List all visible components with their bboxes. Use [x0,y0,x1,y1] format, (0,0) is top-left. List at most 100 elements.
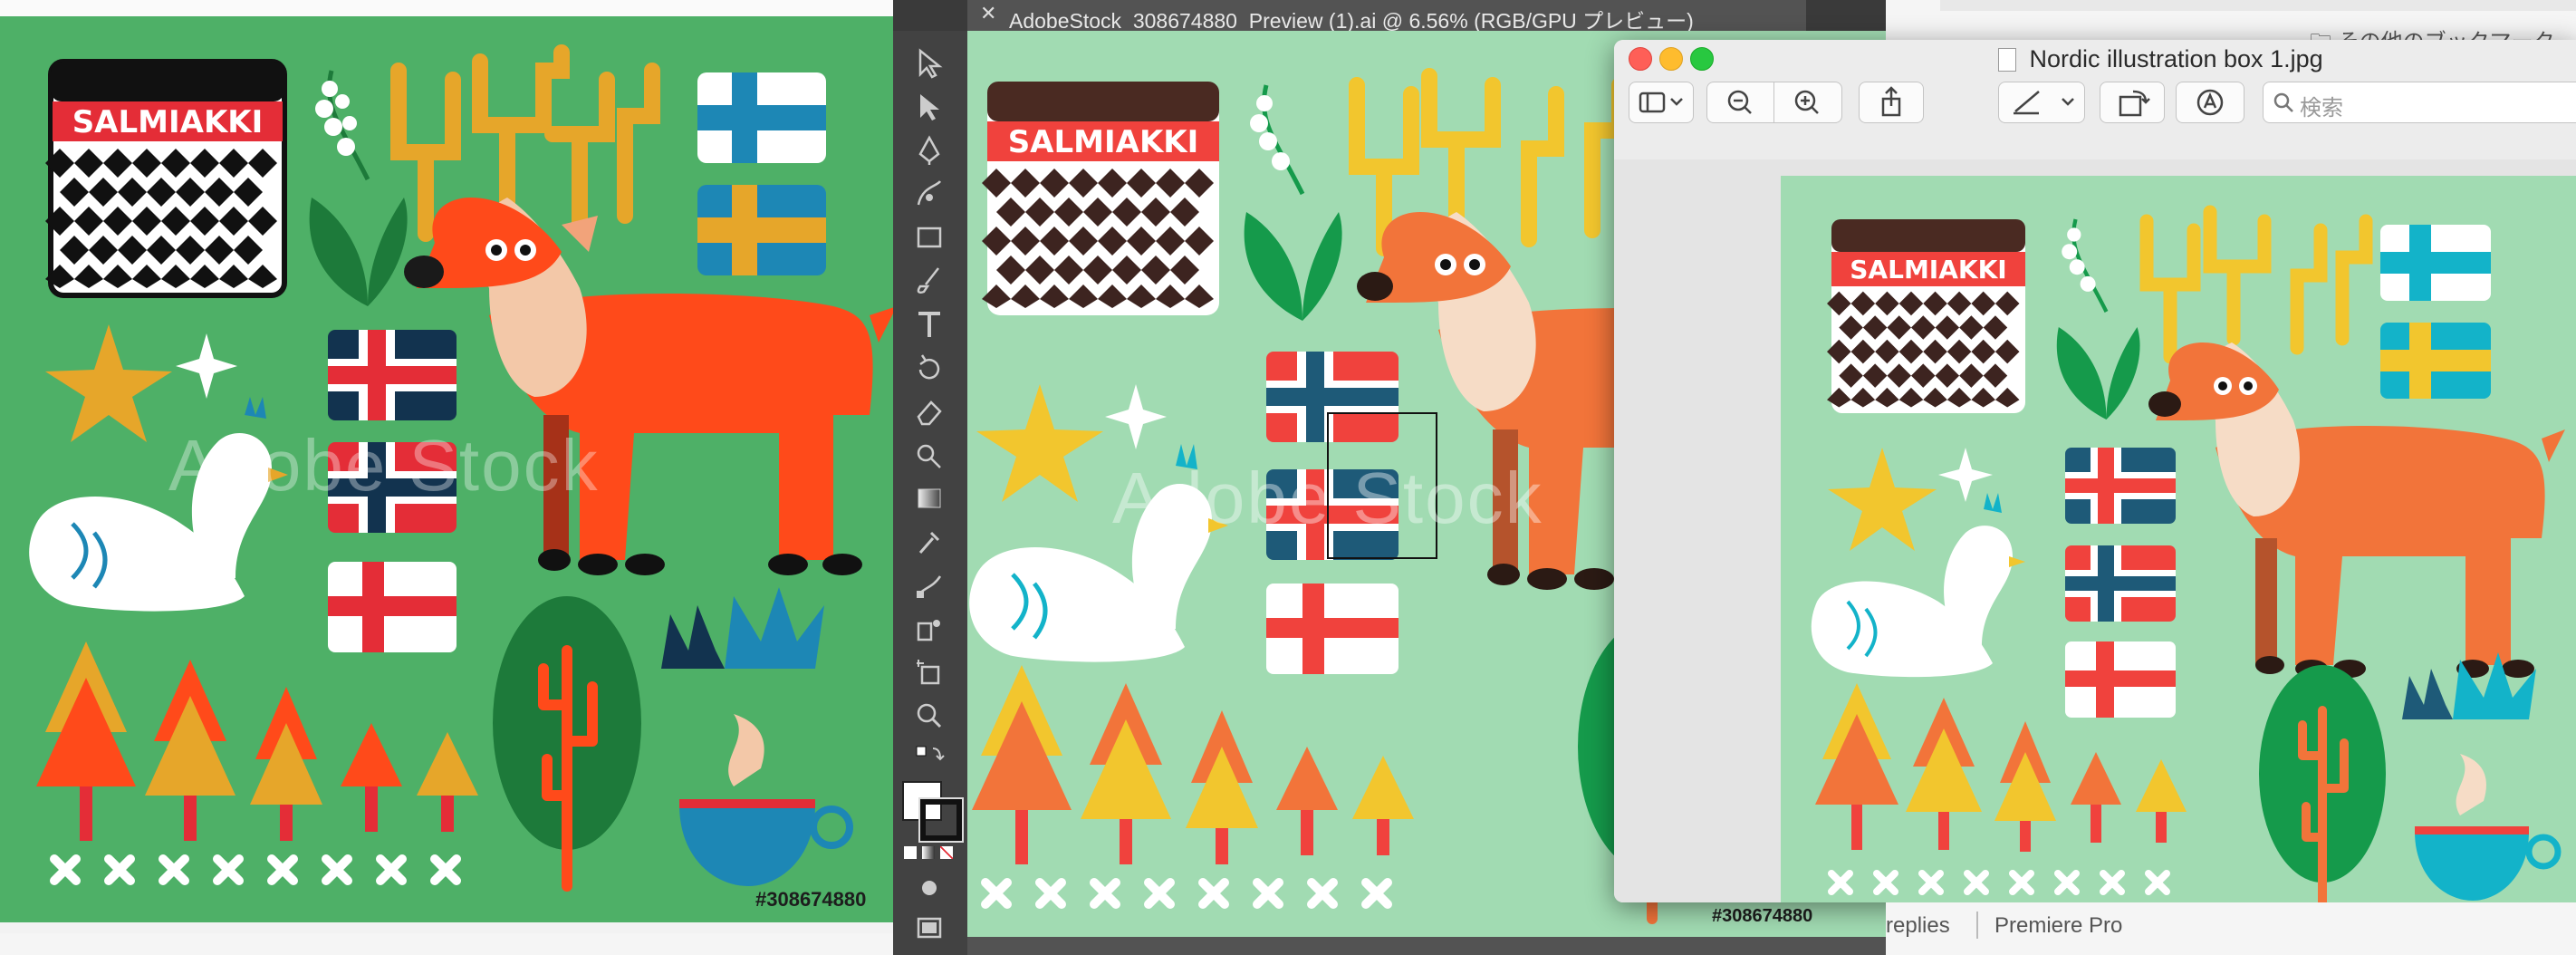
screen-mode-icon[interactable] [913,912,946,944]
tool-panel [893,0,967,955]
watermark-left: Adobe Stock [168,425,600,506]
flag-norway [1266,352,1399,442]
deer-antlers [390,44,660,242]
x-marks-left [50,854,461,885]
x-marks-preview [1828,870,2170,895]
conifer-trees-left [36,641,478,841]
share-icon [1881,86,1901,117]
zoom-in-button[interactable] [1773,82,1842,123]
stock-id-left: #308674880 [755,888,867,911]
salmiakki-box: SALMIAKKI [45,59,287,298]
sidebar-toggle-button[interactable] [1629,82,1694,123]
stroke-color-swatch[interactable] [918,797,964,843]
zoom-out-icon [1727,90,1752,114]
gradient-mode-icon[interactable] [922,846,935,859]
svg-text:SALMIAKKI: SALMIAKKI [72,104,264,140]
blend-tool-icon[interactable] [913,569,946,602]
svg-text:SALMIAKKI: SALMIAKKI [1850,255,2006,285]
zoom-window-button[interactable] [1690,47,1714,71]
direct-selection-tool-icon[interactable] [913,91,946,123]
grass-blue [725,587,824,669]
zoom-in-icon [1794,90,1819,114]
eraser-tool-icon[interactable] [913,395,946,428]
preview-title: Nordic illustration box 1.jpg [2029,45,2323,72]
teacup-preview [2415,754,2562,901]
conifer-trees-ai [972,665,1414,864]
none-mode-icon[interactable] [940,846,953,859]
deer-antlers [2139,205,2373,364]
preview-content[interactable]: SALMIAKKI [1614,159,2576,902]
zoom-tool-icon[interactable] [913,699,946,732]
curvature-tool-icon[interactable] [913,178,946,210]
document-tab[interactable]: ✕ AdobeStock_308674880_Preview (1).ai @ … [967,0,1806,33]
x-marks-ai [981,878,1392,909]
selection-tool-icon[interactable] [913,47,946,80]
preview-title-group: Nordic illustration box 1.jpg [1998,45,2323,73]
shape-builder-tool-icon[interactable] [913,439,946,471]
big-tree [493,596,641,892]
paintbrush-tool-icon[interactable] [913,265,946,297]
watermark-ai: Adobe Stock [1112,458,1543,538]
pen-tool-icon[interactable] [913,134,946,167]
sparkle [176,333,237,399]
flag-sweden [697,185,826,275]
flag-england [2065,641,2176,718]
color-mode-buttons[interactable] [904,846,956,861]
rotate-icon [2119,90,2150,117]
sparkle [1938,448,1993,502]
sun-star [1828,448,1937,551]
deer-preview [2148,342,2565,678]
artboard-tool-icon[interactable] [913,656,946,689]
flag-england [328,562,457,652]
sidebar-icon [1639,92,1683,113]
flag-norway [2065,448,2176,524]
footer-divider [1976,912,1978,939]
flag-finland [697,72,826,163]
share-button[interactable] [1859,82,1924,123]
rectangle-tool-icon[interactable] [913,221,946,254]
flag-norway [328,330,457,420]
preview-window: Nordic illustration box 1.jpg 検索 SALMIAK… [1614,40,2576,902]
sparkle [1105,384,1167,449]
default-colors-swap-icon[interactable] [913,743,946,776]
lily-of-valley [2056,218,2140,420]
stock-illustration-left: SALMIAKKI Adobe Stock #308674880 [0,16,893,922]
zoom-out-button[interactable] [1706,82,1775,123]
rotate-tool-icon[interactable] [913,352,946,384]
footer-premiere-pro[interactable]: Premiere Pro [1994,913,2122,939]
stock-id-ai: #308674880 [1712,906,1813,926]
eyedropper-tool-icon[interactable] [913,526,946,558]
rotate-button[interactable] [2100,82,2165,123]
browser-edge [0,0,893,16]
flag-sweden [2380,323,2491,399]
draw-mode-icon[interactable] [913,872,946,904]
close-window-button[interactable] [1629,47,1652,71]
flag-norway-2 [2065,545,2176,622]
search-icon [2273,92,2293,112]
close-tab-icon[interactable]: ✕ [980,2,996,25]
search-field[interactable]: 検索 [2263,82,2576,123]
jpg-file-icon [1998,47,2016,72]
annotate-icon [2196,89,2224,116]
minimize-window-button[interactable] [1659,47,1683,71]
swan-preview [1811,493,2025,678]
markup-button[interactable] [1998,82,2085,123]
search-placeholder: 検索 [2300,96,2343,121]
nordic-illustration-preview: SALMIAKKI [1811,205,2565,902]
symbol-sprayer-tool-icon[interactable] [913,613,946,645]
annotate-button[interactable] [2176,82,2244,123]
pen-markup-icon [2014,91,2074,115]
document-tab-bar: ✕ AdobeStock_308674880_Preview (1).ai @ … [893,0,1886,33]
browser-preview-panel: SALMIAKKI Adobe Stock #308674880 [0,0,893,955]
color-mode-icon[interactable] [904,846,917,859]
salmiakki-box: SALMIAKKI [982,82,1219,315]
grass-dark [2402,669,2453,719]
type-tool-icon[interactable] [913,308,946,341]
preview-titlebar: Nordic illustration box 1.jpg 検索 [1614,40,2576,160]
footer-replies[interactable]: replies [1886,913,1950,939]
document-tab-title: AdobeStock_308674880_Preview (1).ai @ 6.… [1009,9,1694,33]
grass-dark [661,605,725,669]
salmiakki-box: SALMIAKKI [1827,219,2025,413]
sun-star [976,384,1103,502]
gradient-tool-icon[interactable] [913,482,946,515]
